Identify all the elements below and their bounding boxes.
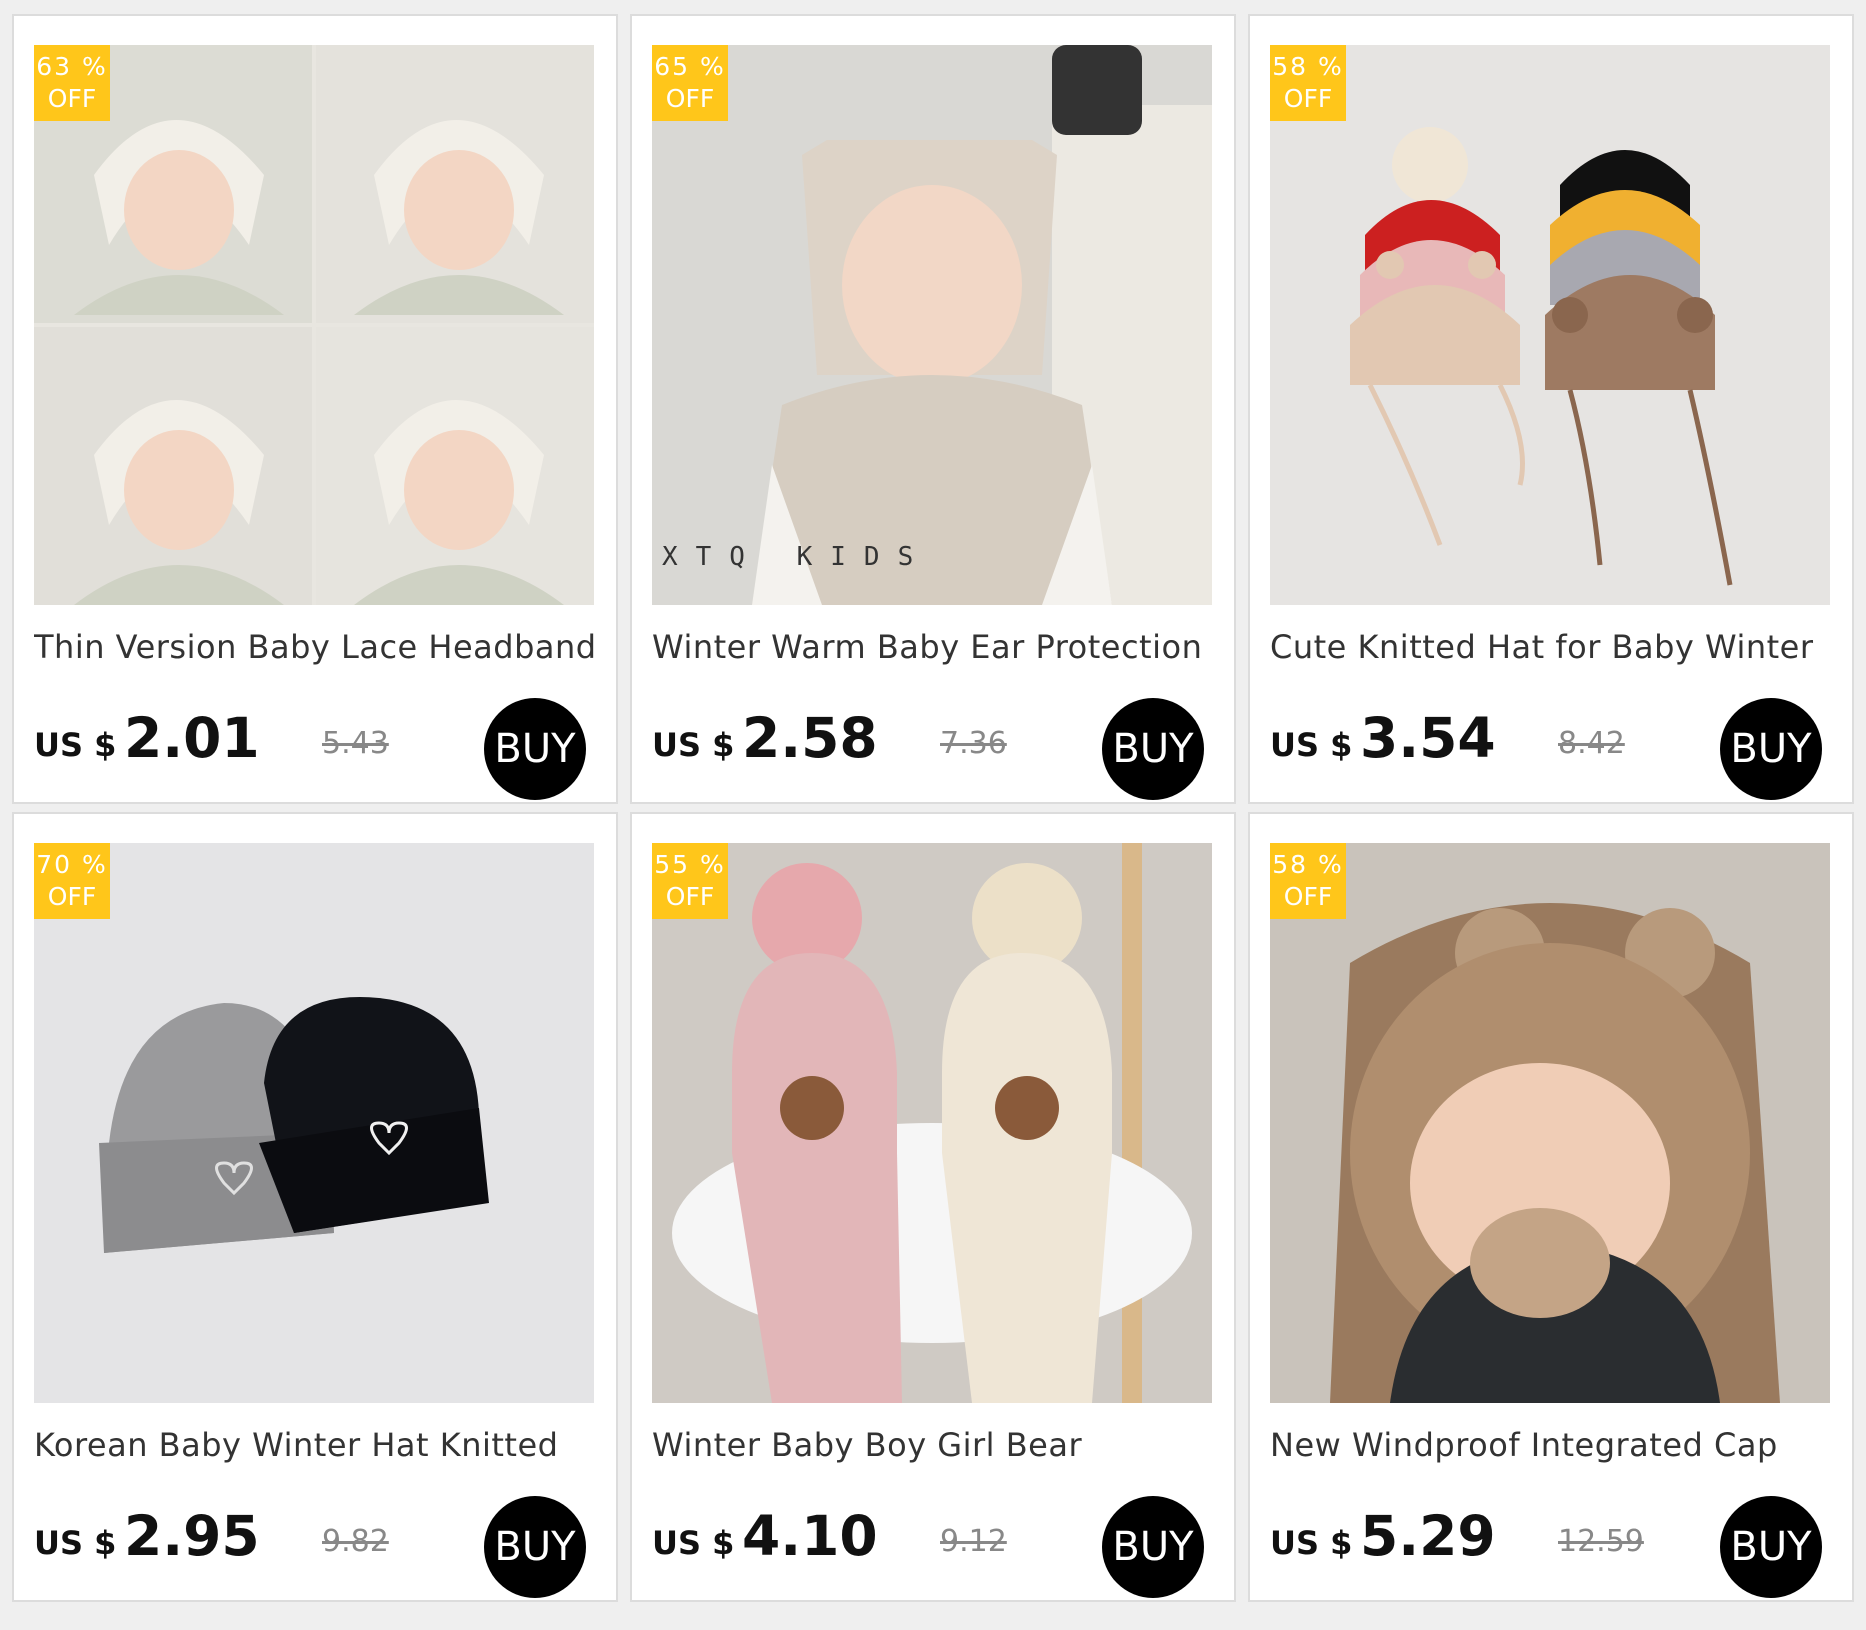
original-price: 8.42 (1558, 726, 1625, 761)
discount-percent: 65 % (654, 52, 726, 81)
buy-button[interactable]: BUY (484, 1496, 586, 1598)
product-card[interactable]: 55 % OFF Winter Baby Boy Girl Bear US $ … (630, 812, 1236, 1602)
discount-badge: 70 % OFF (34, 843, 110, 919)
original-price: 12.59 (1558, 1524, 1644, 1559)
product-card[interactable]: 63 % OFF Thin Version Baby Lace Headband… (12, 14, 618, 804)
product-title[interactable]: Winter Warm Baby Ear Protection (652, 628, 1218, 666)
buy-button[interactable]: BUY (1102, 1496, 1204, 1598)
product-title[interactable]: Winter Baby Boy Girl Bear (652, 1426, 1218, 1464)
product-image[interactable] (1270, 843, 1830, 1403)
buy-button[interactable]: BUY (484, 698, 586, 800)
buy-button[interactable]: BUY (1102, 698, 1204, 800)
discount-percent: 70 % (36, 850, 108, 879)
discount-percent: 58 % (1272, 52, 1344, 81)
product-image[interactable] (34, 843, 594, 1403)
discount-badge: 58 % OFF (1270, 45, 1346, 121)
sale-price: 4.10 (742, 1504, 878, 1568)
product-watermark: XTQ KIDS (662, 542, 931, 572)
buy-button[interactable]: BUY (1720, 1496, 1822, 1598)
sale-price: 3.54 (1360, 706, 1496, 770)
currency-label: US $ (1270, 1524, 1353, 1562)
product-grid: 63 % OFF Thin Version Baby Lace Headband… (12, 14, 1854, 1602)
discount-off-label: OFF (665, 84, 715, 113)
sale-price: 2.58 (742, 706, 878, 770)
discount-off-label: OFF (47, 882, 97, 911)
sale-price: 2.01 (124, 706, 260, 770)
discount-off-label: OFF (665, 882, 715, 911)
sale-price: 2.95 (124, 1504, 260, 1568)
product-image[interactable] (1270, 45, 1830, 605)
product-image[interactable] (652, 843, 1212, 1403)
discount-badge: 58 % OFF (1270, 843, 1346, 919)
currency-label: US $ (652, 1524, 735, 1562)
product-title[interactable]: Korean Baby Winter Hat Knitted (34, 1426, 600, 1464)
product-title[interactable]: New Windproof Integrated Cap (1270, 1426, 1836, 1464)
discount-percent: 63 % (36, 52, 108, 81)
original-price: 9.12 (940, 1524, 1007, 1559)
original-price: 5.43 (322, 726, 389, 761)
product-card[interactable]: XTQ KIDS 65 % OFF Winter Warm Baby Ear P… (630, 14, 1236, 804)
original-price: 7.36 (940, 726, 1007, 761)
currency-label: US $ (652, 726, 735, 764)
buy-button[interactable]: BUY (1720, 698, 1822, 800)
discount-off-label: OFF (1283, 882, 1333, 911)
discount-percent: 55 % (654, 850, 726, 879)
sale-price: 5.29 (1360, 1504, 1496, 1568)
discount-badge: 65 % OFF (652, 45, 728, 121)
discount-percent: 58 % (1272, 850, 1344, 879)
discount-off-label: OFF (47, 84, 97, 113)
discount-badge: 63 % OFF (34, 45, 110, 121)
discount-badge: 55 % OFF (652, 843, 728, 919)
product-title[interactable]: Cute Knitted Hat for Baby Winter (1270, 628, 1836, 666)
currency-label: US $ (34, 726, 117, 764)
product-image[interactable] (34, 45, 594, 605)
product-title[interactable]: Thin Version Baby Lace Headband (34, 628, 600, 666)
product-card[interactable]: 58 % OFF Cute Knitted Hat for Baby Winte… (1248, 14, 1854, 804)
discount-off-label: OFF (1283, 84, 1333, 113)
product-card[interactable]: 58 % OFF New Windproof Integrated Cap US… (1248, 812, 1854, 1602)
original-price: 9.82 (322, 1524, 389, 1559)
currency-label: US $ (1270, 726, 1353, 764)
currency-label: US $ (34, 1524, 117, 1562)
product-image[interactable]: XTQ KIDS (652, 45, 1212, 605)
product-card[interactable]: 70 % OFF Korean Baby Winter Hat Knitted … (12, 812, 618, 1602)
